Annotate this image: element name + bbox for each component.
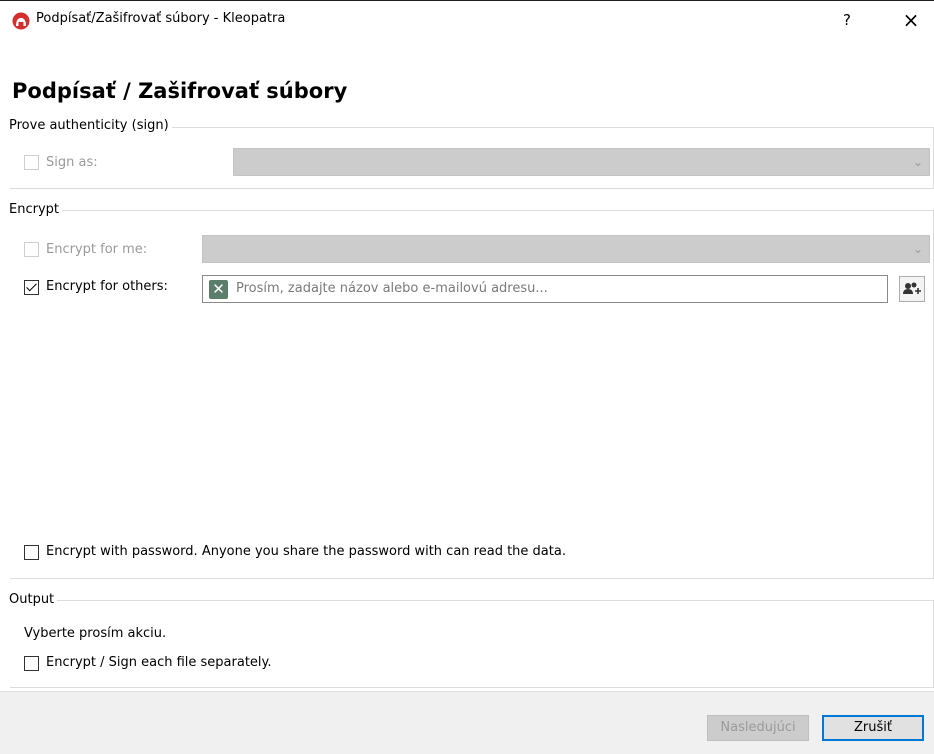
next-button[interactable]: Nasledujúci [707,715,809,741]
title-bar: Podpísať/Zašifrovať súbory - Kleopatra ?… [0,1,934,39]
dialog-window: Podpísať/Zašifrovať súbory - Kleopatra ?… [0,0,934,754]
window-title: Podpísať/Zašifrovať súbory - Kleopatra [36,11,286,26]
close-button[interactable]: × [896,7,926,33]
cancel-button[interactable]: Zrušiť [822,715,924,741]
encrypt-for-others-label: Encrypt for others: [46,279,168,294]
encrypt-for-me-label: Encrypt for me: [46,242,148,257]
sign-group-title: Prove authenticity (sign) [9,118,172,133]
each-file-separately-label: Encrypt / Sign each file separately. [46,655,272,670]
recipient-placeholder: Prosím, zadajte názov alebo e-mailovú ad… [236,281,548,296]
encrypt-for-me-checkbox[interactable] [24,242,39,257]
kleopatra-app-icon [12,12,30,30]
encrypt-group-title: Encrypt [9,202,62,217]
encrypt-group [10,210,934,579]
add-user-icon [903,282,921,294]
button-bar: Nasledujúci Zrušiť [0,691,934,754]
sign-as-combobox[interactable]: ⌄ [233,148,930,176]
add-recipient-button[interactable] [899,276,925,302]
encrypt-with-password-label: Encrypt with password. Anyone you share … [46,544,566,559]
output-group [10,600,934,688]
encrypt-for-me-combobox[interactable]: ⌄ [202,235,930,263]
encrypt-for-others-checkbox[interactable] [24,280,39,295]
encrypt-with-password-checkbox[interactable] [24,545,39,560]
output-hint: Vyberte prosím akciu. [24,626,167,641]
output-group-title: Output [9,592,58,607]
recipient-input[interactable]: ✕ Prosím, zadajte názov alebo e-mailovú … [202,275,888,303]
each-file-separately-checkbox[interactable] [24,656,39,671]
sign-as-label: Sign as: [46,155,98,170]
page-title: Podpísať / Zašifrovať súbory [12,79,348,103]
help-button[interactable]: ? [834,7,860,33]
chevron-down-icon: ⌄ [912,155,923,169]
chevron-down-icon: ⌄ [912,242,923,256]
sign-as-checkbox[interactable] [24,155,39,170]
remove-recipient-icon[interactable]: ✕ [209,280,228,299]
